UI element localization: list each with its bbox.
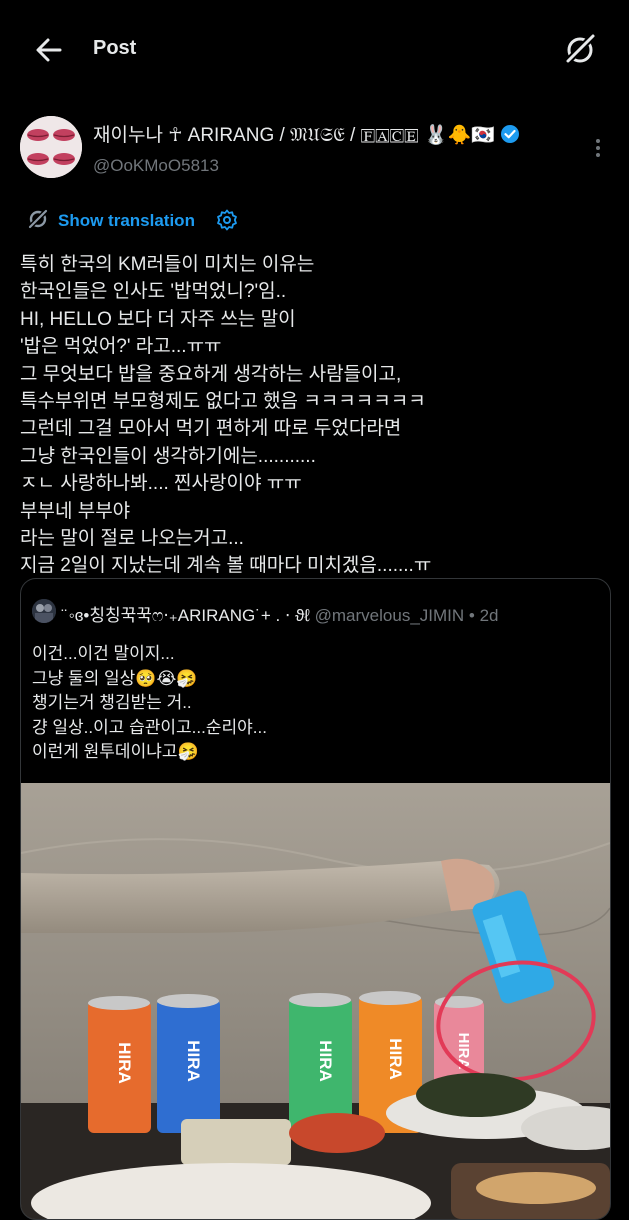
tweet-text-line: ㅈㄴ 사랑하나봐.... 찐사랑이야 ㅠㅠ: [20, 473, 302, 495]
drink-can: HIRA: [157, 994, 220, 1133]
page-title: Post: [93, 37, 137, 59]
grok-translate-icon: [27, 208, 49, 235]
display-name[interactable]: 재이누나 ☥ ARIRANG / 𝔐𝔘𝔖𝔈 / 🄵🄰🄲🄴 🐰🐥🇰🇷: [93, 125, 495, 146]
quoted-tweet-card[interactable]: ̈ ◦ɞ•칭칭꾹꾹ෆ‧₊ARIRANG˙+ . ⋅ ϑℓ @marvelous_…: [20, 578, 611, 1220]
avatar[interactable]: [20, 116, 82, 178]
quoted-avatar: [32, 599, 56, 623]
tweet-text-line: 특수부위면 부모형제도 없다고 했음 ㅋㅋㅋㅋㅋㅋㅋ: [20, 391, 426, 413]
more-options-icon[interactable]: [586, 136, 610, 160]
quoted-text-line: 그냥 둘의 일상🥺😭🤧: [32, 668, 198, 688]
svg-text:HIRA: HIRA: [386, 1038, 405, 1080]
quoted-handle: @marvelous_JIMIN: [314, 606, 465, 625]
gear-icon[interactable]: [215, 208, 239, 232]
drink-can: HIRA: [88, 996, 151, 1133]
tweet-text-line: 특히 한국의 KM러들이 미치는 이유는: [20, 254, 315, 275]
quoted-separator: •: [468, 606, 475, 625]
show-translation-label: Show translation: [58, 211, 195, 230]
grok-icon[interactable]: [560, 30, 600, 70]
tweet-text-line: 라는 말이 절로 나오는거고...: [20, 528, 244, 550]
tweet-text-line: 한국인들은 인사도 '밥먹었니?'임..: [20, 281, 287, 303]
tweet-text-line: 그런데 그걸 모아서 먹기 편하게 따로 두었다라면: [20, 418, 402, 440]
quoted-text-line: 걍 일상..이고 습관이고...순리야...: [32, 717, 267, 737]
tweet-text-line: '밥은 먹었어?' 라고...ㅠㅠ: [20, 336, 222, 358]
quoted-display-name: ̈ ◦ɞ•칭칭꾹꾹ෆ‧₊ARIRANG˙+ . ⋅ ϑℓ: [64, 606, 310, 625]
tweet-text: 특히 한국의 KM러들이 미치는 이유는 한국인들은 인사도 '밥먹었니?'임.…: [20, 251, 620, 580]
svg-text:HIRA: HIRA: [115, 1042, 134, 1084]
back-arrow-icon[interactable]: [30, 32, 70, 68]
user-handle[interactable]: @OoKMoO5813: [93, 156, 219, 176]
show-translation-button[interactable]: Show translation: [27, 208, 195, 234]
quoted-text-line: 챙기는거 챙김받는 거..: [32, 693, 192, 713]
quoted-media-image[interactable]: HIRA HIRA HIRA HIRA HIRA: [21, 783, 610, 1219]
drink-can: HIRA: [289, 993, 352, 1133]
quoted-text: 이건...이건 말이지... 그냥 둘의 일상🥺😭🤧 챙기는거 챙김받는 거..…: [32, 642, 592, 765]
top-bar: Post: [0, 0, 629, 100]
verified-badge-icon: [500, 124, 520, 150]
tweet-text-line: 부부네 부부야: [20, 500, 131, 522]
quoted-text-line: 이건...이건 말이지...: [32, 644, 175, 663]
tweet-text-line: 그 무엇보다 밥을 중요하게 생각하는 사람들이고,: [20, 363, 402, 385]
tweet-text-line: 지금 2일이 지났는데 계속 볼 때마다 미치겠음.......ㅠ: [20, 555, 432, 577]
tweet-text-line: 그냥 한국인들이 생각하기에는...........: [20, 445, 316, 467]
svg-text:HIRA: HIRA: [184, 1040, 203, 1082]
quoted-text-line: 이런게 원투데이냐고🤧: [32, 742, 199, 762]
quoted-time: 2d: [479, 606, 499, 625]
display-name-row: 재이누나 ☥ ARIRANG / 𝔐𝔘𝔖𝔈 / 🄵🄰🄲🄴 🐰🐥🇰🇷: [93, 120, 520, 150]
svg-text:HIRA: HIRA: [316, 1040, 335, 1082]
tweet-text-line: HI, HELLO 보다 더 자주 쓰는 말이: [20, 308, 296, 330]
quoted-header: ̈ ◦ɞ•칭칭꾹꾹ෆ‧₊ARIRANG˙+ . ⋅ ϑℓ @marvelous_…: [64, 601, 499, 626]
